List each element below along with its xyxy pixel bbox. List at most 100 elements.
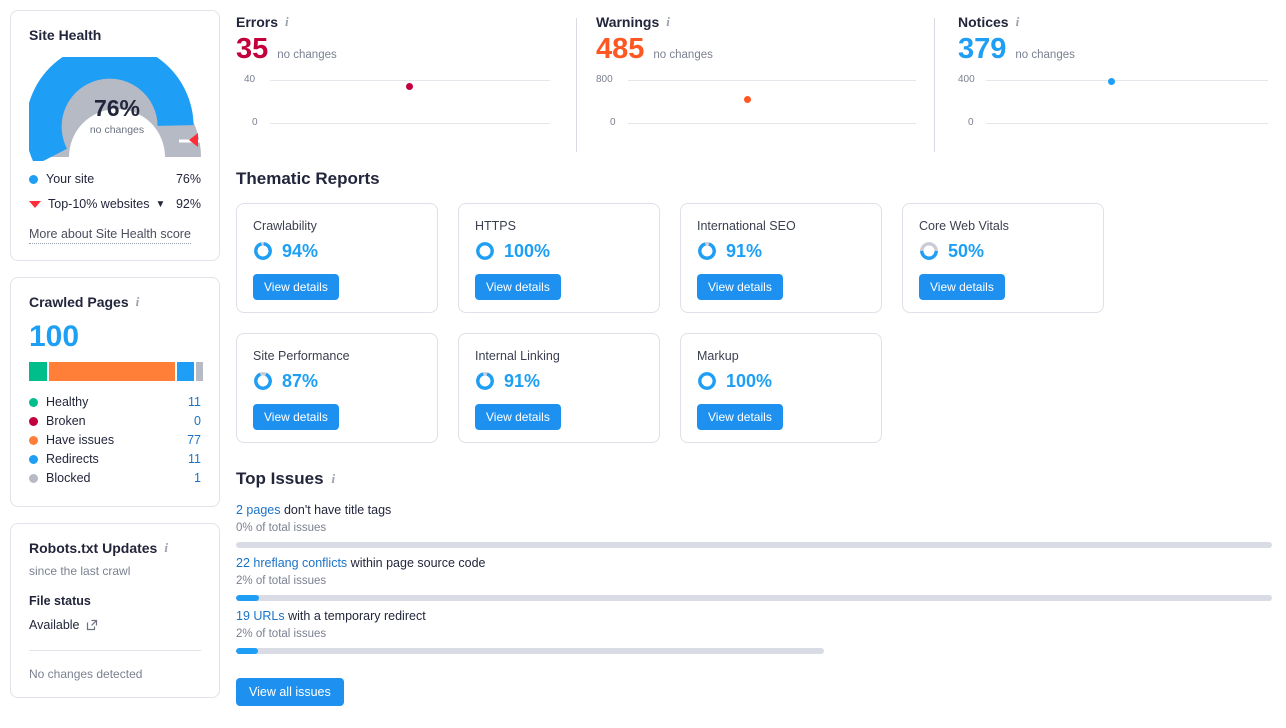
list-item: Redirects 11 — [29, 452, 201, 466]
thematic-card-label: Markup — [697, 348, 739, 363]
gauge-change: no changes — [89, 124, 145, 136]
donut-progress-icon — [698, 372, 716, 391]
metric-notices-value: 379 — [958, 33, 1007, 65]
info-icon[interactable]: i — [332, 471, 336, 487]
legend-value[interactable]: 1 — [194, 471, 201, 485]
thematic-card-crawlability: Crawlability 94% View details — [236, 202, 438, 313]
thematic-card-score: 50% — [919, 241, 1087, 262]
legend-label-top10: Top-10% websites — [48, 197, 150, 211]
view-details-button[interactable]: View details — [253, 273, 339, 300]
gridline-top — [628, 79, 916, 81]
info-icon[interactable]: i — [164, 540, 168, 556]
view-details-button[interactable]: View details — [919, 273, 1005, 300]
crawled-pages-card: Crawled Pages i 100 Healthy 11 Broken 0 … — [10, 277, 220, 507]
thematic-card-label: Core Web Vitals — [919, 218, 1009, 233]
issue-text: 19 URLs with a temporary redirect — [236, 609, 1276, 623]
info-icon[interactable]: i — [1016, 14, 1020, 30]
view-details-button[interactable]: View details — [253, 403, 339, 430]
view-all-issues-button[interactable]: View all issues — [236, 677, 344, 706]
thematic-card-percent: 87% — [282, 370, 319, 391]
thematic-card-label: Crawlability — [253, 218, 317, 233]
chevron-down-icon[interactable]: ▼ — [155, 199, 165, 210]
issue-percent-label: 2% of total issues — [236, 627, 327, 640]
metric-notices-change: no changes — [1015, 49, 1075, 61]
bar-segment-redirects — [176, 362, 195, 381]
axis-tick-top: 400 — [958, 73, 975, 85]
issue-link[interactable]: 22 hreflang conflicts — [236, 556, 347, 570]
site-health-gauge: 76% no changes — [29, 57, 205, 161]
site-health-card: Site Health 76% no changes Your site 76%… — [10, 10, 220, 261]
donut-progress-icon — [476, 372, 494, 391]
legend-value[interactable]: 11 — [188, 395, 201, 409]
thematic-card-markup: Markup 100% View details — [680, 332, 882, 443]
donut-progress-icon — [920, 242, 938, 261]
issue-link[interactable]: 2 pages — [236, 503, 280, 517]
metric-notices: Notices i 379 no changes 400 0 — [934, 14, 1276, 152]
metric-divider — [576, 18, 577, 152]
issue-row: 2 pages don't have title tags 0% of tota… — [236, 503, 1276, 548]
metric-errors-number-row: 35 no changes — [236, 32, 558, 67]
info-icon[interactable]: i — [666, 14, 670, 30]
issue-text: 2 pages don't have title tags — [236, 503, 1276, 517]
crawled-pages-title: Crawled Pages i — [29, 294, 201, 310]
status-dot-icon — [29, 454, 38, 464]
robots-file-status-label: File status — [29, 594, 91, 608]
issue-progress-bar — [236, 647, 824, 654]
thematic-card-score: 94% — [253, 241, 421, 262]
metric-divider — [934, 18, 935, 152]
blue-dot-icon — [29, 174, 38, 184]
donut-progress-icon — [698, 242, 716, 261]
info-icon[interactable]: i — [136, 294, 140, 310]
status-dot-icon — [29, 435, 38, 445]
robots-txt-title-label: Robots.txt Updates — [29, 540, 158, 556]
issue-percent-label: 0% of total issues — [236, 521, 327, 534]
thematic-card-percent: 100% — [504, 240, 551, 261]
thematic-card-percent: 50% — [948, 240, 985, 261]
issue-progress-bar — [236, 541, 1272, 548]
view-details-button[interactable]: View details — [697, 403, 783, 430]
thematic-card-https: HTTPS 100% View details — [458, 202, 660, 313]
thematic-card-score: 87% — [253, 371, 421, 392]
left-column: Site Health 76% no changes Your site 76%… — [10, 10, 220, 714]
axis-tick-bottom: 0 — [252, 116, 258, 128]
issue-rest: with a temporary redirect — [284, 608, 426, 623]
legend-label: Broken — [46, 414, 86, 428]
metric-errors: Errors i 35 no changes 40 0 — [236, 14, 576, 143]
view-details-button[interactable]: View details — [697, 273, 783, 300]
site-audit-overview-page: Site Health 76% no changes Your site 76%… — [0, 0, 1286, 728]
issue-row: 22 hreflang conflicts within page source… — [236, 556, 1276, 601]
metric-notices-label: Notices — [958, 14, 1009, 30]
legend-value[interactable]: 77 — [187, 433, 201, 447]
bar-segment-blocked — [196, 362, 203, 381]
metric-warnings-value: 485 — [596, 33, 645, 65]
thematic-card-score: 100% — [697, 371, 865, 392]
legend-label-your-site: Your site — [46, 172, 95, 186]
axis-tick-bottom: 0 — [968, 116, 974, 128]
thematic-card-international-seo: International SEO 91% View details — [680, 202, 882, 313]
robots-footer: No changes detected — [29, 667, 143, 681]
legend-value[interactable]: 11 — [188, 452, 201, 466]
external-link-icon[interactable] — [86, 619, 98, 631]
legend-row-top10[interactable]: Top-10% websites ▼ 92% — [29, 197, 201, 211]
legend-value[interactable]: 0 — [194, 414, 201, 428]
metric-warnings-head: Warnings i — [596, 14, 916, 30]
robots-subtitle: since the last crawl — [29, 564, 131, 578]
data-point — [406, 82, 413, 90]
more-about-site-health-link[interactable]: More about Site Health score — [29, 227, 191, 244]
gridline-bottom — [628, 122, 916, 124]
site-health-title-label: Site Health — [29, 27, 102, 43]
gridline-bottom — [270, 122, 550, 124]
donut-progress-icon — [254, 372, 272, 391]
metric-errors-label: Errors — [236, 14, 279, 30]
view-details-button[interactable]: View details — [475, 403, 561, 430]
info-icon[interactable]: i — [285, 14, 289, 30]
crawled-pages-title-label: Crawled Pages — [29, 294, 129, 310]
thematic-card-label: Site Performance — [253, 348, 350, 363]
view-details-button[interactable]: View details — [475, 273, 561, 300]
issue-link[interactable]: 19 URLs — [236, 609, 285, 623]
robots-txt-title: Robots.txt Updates i — [29, 540, 201, 556]
list-item: Healthy 11 — [29, 395, 201, 409]
donut-progress-icon — [254, 242, 272, 261]
metric-errors-head: Errors i — [236, 14, 558, 30]
thematic-card-score: 91% — [697, 241, 865, 262]
